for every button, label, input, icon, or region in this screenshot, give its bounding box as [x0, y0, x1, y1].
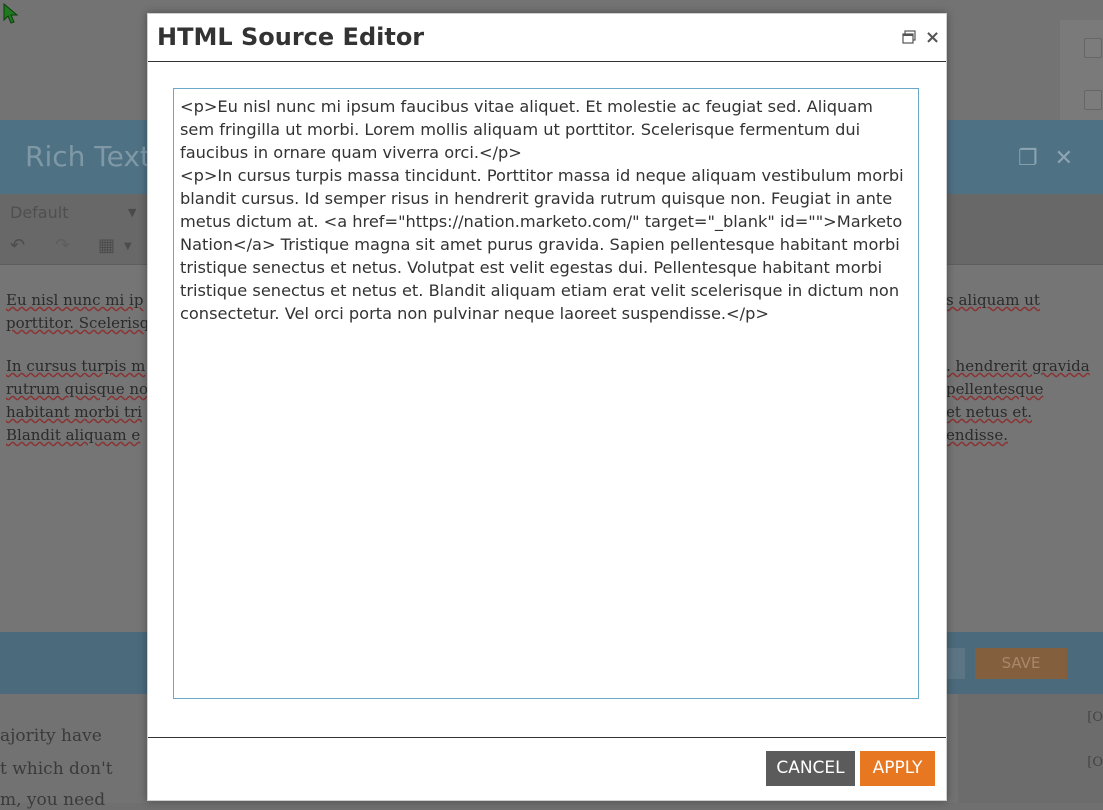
- background-side-panel: [1060, 20, 1103, 120]
- chevron-down-icon[interactable]: ▼: [124, 241, 132, 252]
- editor-text-line: pellentesque: [946, 380, 1044, 398]
- background-cancel-button[interactable]: [945, 648, 965, 679]
- rich-text-title: Rich Text: [25, 140, 151, 173]
- document-icon: [1084, 38, 1102, 58]
- editor-text-line: et netus et.: [946, 403, 1033, 421]
- editor-text-line: habitant morbi tri: [6, 403, 143, 421]
- cancel-button[interactable]: CANCEL: [766, 751, 855, 786]
- maximize-icon[interactable]: [902, 30, 916, 44]
- editor-text-line: s aliquam ut: [946, 291, 1040, 309]
- maximize-icon[interactable]: ❐: [1018, 146, 1038, 171]
- table-icon[interactable]: ▦: [98, 235, 115, 256]
- html-source-textarea[interactable]: <p>Eu nisl nunc mi ipsum faucibus vitae …: [173, 88, 919, 699]
- chevron-down-icon[interactable]: ▼: [128, 206, 136, 219]
- format-select[interactable]: Default: [10, 203, 68, 222]
- editor-text-line: . hendrerit gravida: [946, 357, 1090, 375]
- background-save-button[interactable]: SAVE: [975, 648, 1067, 679]
- html-source-editor-dialog: HTML Source Editor × <p>Eu nisl nunc mi …: [147, 13, 947, 801]
- editor-text-line: Blandit aliquam e: [6, 426, 141, 444]
- editor-text-line: rutrum quisque no: [6, 380, 149, 398]
- document-text-line: ajority have: [0, 726, 102, 746]
- close-icon[interactable]: ✕: [1055, 146, 1073, 171]
- editor-text-line: porttitor. Scelerisq: [6, 314, 150, 332]
- editor-text-line: In cursus turpis m: [6, 357, 146, 375]
- editor-text-line: Eu nisl nunc mi ip: [6, 291, 144, 309]
- background-side-text: [O: [1087, 755, 1103, 770]
- redo-icon[interactable]: ↷: [55, 235, 70, 256]
- document-icon: [1084, 90, 1102, 110]
- editor-text-line: endisse.: [946, 426, 1008, 444]
- divider: [148, 737, 946, 738]
- dialog-title: HTML Source Editor: [157, 23, 425, 51]
- undo-icon[interactable]: ↶: [10, 235, 25, 256]
- close-icon[interactable]: ×: [925, 27, 940, 48]
- apply-button[interactable]: APPLY: [860, 751, 935, 786]
- document-text-line: t which don't: [0, 759, 113, 779]
- background-side-text: [O: [1087, 710, 1103, 725]
- divider: [148, 61, 946, 62]
- mouse-cursor-icon: [3, 3, 19, 24]
- document-text-line: m, you need: [0, 790, 106, 810]
